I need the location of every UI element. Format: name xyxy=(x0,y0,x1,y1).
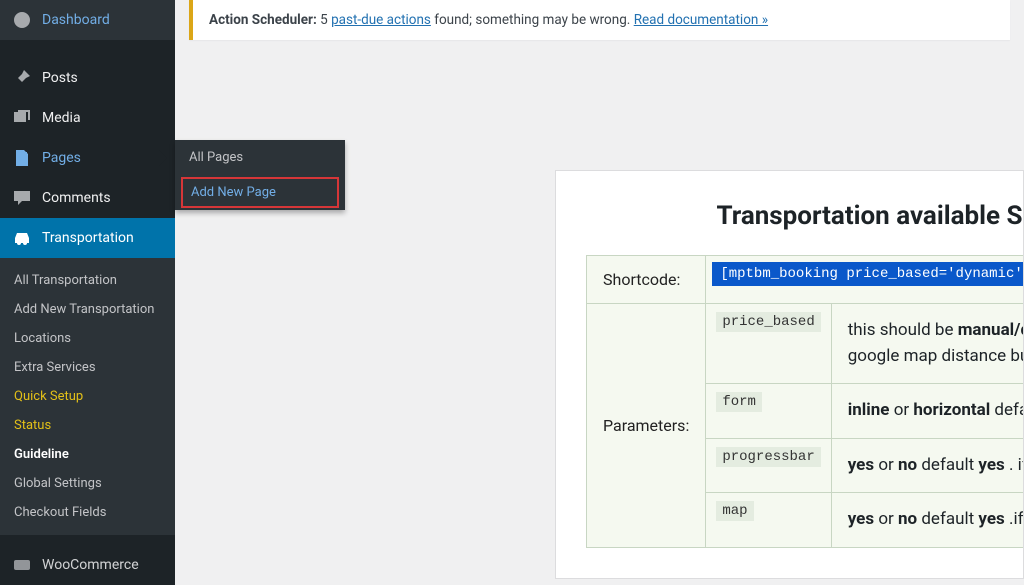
media-icon xyxy=(12,108,32,128)
car-icon xyxy=(12,228,32,248)
sidebar-item-dashboard[interactable]: Dashboard xyxy=(0,0,175,40)
param-name-cell: map xyxy=(706,493,831,548)
sidebar-item-comments[interactable]: Comments xyxy=(0,178,175,218)
flyout-arrow-icon xyxy=(159,150,175,166)
table-row: Shortcode: [mptbm_booking price_based='d… xyxy=(587,256,1024,304)
sidebar-label: Pages xyxy=(42,150,81,166)
submenu-item-locations[interactable]: Locations xyxy=(0,324,175,353)
action-scheduler-notice: Action Scheduler: 5 past-due actions fou… xyxy=(189,0,1010,40)
sidebar-label: Posts xyxy=(42,70,78,86)
submenu-item-global[interactable]: Global Settings xyxy=(0,469,175,498)
param-desc: yes or no default yes . if no then progr… xyxy=(848,453,1024,479)
sidebar-item-woocommerce[interactable]: WooCommerce xyxy=(0,545,175,585)
submenu-item-guideline[interactable]: Guideline xyxy=(0,440,175,469)
notice-link-docs[interactable]: Read documentation » xyxy=(634,12,768,28)
submenu-item-status[interactable]: Status xyxy=(0,411,175,440)
parameters-label: Parameters: xyxy=(587,304,706,548)
param-desc: inline or horizontal default horizontal xyxy=(848,398,1024,424)
param-code: form xyxy=(716,392,762,412)
sidebar-label: Media xyxy=(42,110,81,126)
shortcode-label: Shortcode: xyxy=(587,256,706,304)
submenu-item-all[interactable]: All Transportation xyxy=(0,266,175,295)
sidebar-label: Transportation xyxy=(42,230,134,246)
param-desc-cell: yes or no default yes . if no then progr… xyxy=(831,438,1024,493)
param-code: price_based xyxy=(716,312,820,332)
param-desc: this should be manual/dynamic defaultgoo… xyxy=(848,318,1024,369)
comments-icon xyxy=(12,188,32,208)
shortcode-value[interactable]: [mptbm_booking price_based='dynamic' for… xyxy=(712,262,1024,286)
sidebar-item-media[interactable]: Media xyxy=(0,98,175,138)
param-desc-cell: yes or no default yes .if no then map wi xyxy=(831,493,1024,548)
dashboard-icon xyxy=(12,10,32,30)
notice-link-actions[interactable]: past-due actions xyxy=(331,12,431,28)
param-name-cell: price_based xyxy=(706,304,831,384)
submenu-item-addnew[interactable]: Add New Transportation xyxy=(0,295,175,324)
notice-text: found; something may be wrong. xyxy=(431,12,634,28)
card-title: Transportation available S xyxy=(716,201,1023,231)
parameters-table: Shortcode: [mptbm_booking price_based='d… xyxy=(586,255,1024,548)
sidebar-label: Comments xyxy=(42,190,111,206)
sidebar-item-posts[interactable]: Posts xyxy=(0,58,175,98)
param-desc-cell: inline or horizontal default horizontal xyxy=(831,384,1024,439)
sidebar-label: Dashboard xyxy=(42,12,110,28)
guideline-card: Transportation available S Shortcode: [m… xyxy=(555,170,1024,579)
content-area: Action Scheduler: 5 past-due actions fou… xyxy=(175,0,1024,585)
admin-sidebar: Dashboard Posts Media Pages Comments Tra… xyxy=(0,0,175,585)
woo-icon xyxy=(12,555,32,575)
shortcode-cell: [mptbm_booking price_based='dynamic' for… xyxy=(706,256,1024,304)
pages-icon xyxy=(12,148,32,168)
param-code: map xyxy=(716,501,753,521)
submenu-item-extra[interactable]: Extra Services xyxy=(0,353,175,382)
submenu-item-checkout[interactable]: Checkout Fields xyxy=(0,498,175,527)
sidebar-item-pages[interactable]: Pages xyxy=(0,138,175,178)
sidebar-label: WooCommerce xyxy=(42,557,139,573)
param-name-cell: progressbar xyxy=(706,438,831,493)
transportation-submenu: All Transportation Add New Transportatio… xyxy=(0,258,175,535)
pin-icon xyxy=(12,68,32,88)
param-code: progressbar xyxy=(716,447,820,467)
notice-count: 5 xyxy=(317,12,331,28)
param-desc-cell: this should be manual/dynamic defaultgoo… xyxy=(831,304,1024,384)
notice-title: Action Scheduler: xyxy=(209,12,317,28)
sidebar-item-transportation[interactable]: Transportation xyxy=(0,218,175,258)
submenu-item-quicksetup[interactable]: Quick Setup xyxy=(0,382,175,411)
table-row: Parameters: price_based this should be m… xyxy=(587,304,1024,384)
param-name-cell: form xyxy=(706,384,831,439)
param-desc: yes or no default yes .if no then map wi xyxy=(848,507,1024,533)
